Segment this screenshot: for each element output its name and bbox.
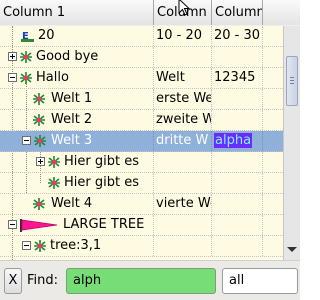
cell-col3: 20 - 30	[212, 26, 263, 46]
cell-col4	[263, 152, 283, 172]
net-icon	[33, 114, 45, 126]
cell-col2: erste Welt	[154, 89, 212, 109]
table-row[interactable]: Hallo Welt 12345	[0, 68, 283, 89]
net-icon	[48, 177, 60, 189]
cell-col4	[263, 173, 283, 193]
table-row[interactable]: Hier gibt es	[0, 173, 283, 194]
tree-label: Welt 1	[51, 91, 93, 106]
tree-cell: Hier gibt es	[0, 152, 154, 172]
cell-col4	[263, 131, 283, 151]
net-icon	[33, 93, 45, 105]
tree-cell: LARGE TREE	[0, 215, 154, 235]
cell-col2: vierte Welt	[154, 194, 212, 214]
cell-col4	[263, 89, 283, 109]
e-icon: E	[21, 31, 34, 42]
cell-col3	[212, 152, 263, 172]
tree-label: Hallo	[36, 70, 69, 85]
table-row[interactable]: Welt 4 vierte Welt	[0, 194, 283, 215]
cell-col3	[212, 47, 263, 67]
cell-col2: dritte W	[154, 131, 212, 151]
cell-col2	[154, 173, 212, 193]
cell-col3: 12345	[212, 68, 263, 88]
cell-col4	[263, 215, 283, 235]
net-icon	[20, 72, 32, 84]
expand-icon[interactable]	[36, 157, 45, 166]
cell-col3	[212, 236, 263, 256]
cell-col4	[263, 47, 283, 67]
collapse-icon[interactable]	[8, 73, 17, 82]
cell-col4	[263, 26, 283, 46]
tree-cell: Hallo	[0, 68, 154, 88]
search-match-highlight: alpha	[214, 133, 253, 148]
cell-col4	[263, 194, 283, 214]
tree-cell: tree:3,1	[0, 236, 154, 256]
mouse-cursor-icon	[178, 0, 191, 16]
collapse-icon[interactable]	[8, 220, 17, 229]
find-scope-select[interactable]: all	[222, 268, 298, 294]
table-row[interactable]: Good bye	[0, 47, 283, 68]
net-icon	[33, 198, 45, 210]
cell-col2	[154, 152, 212, 172]
tree-label: Hier gibt es	[64, 175, 139, 190]
net-icon	[34, 240, 46, 252]
collapse-icon[interactable]	[22, 136, 31, 145]
tree-label: Welt 3	[51, 133, 93, 148]
tree-label: Welt 4	[51, 196, 93, 211]
tree-cell: Hier gibt es	[0, 173, 154, 193]
tree-cell: Welt 1	[0, 89, 154, 109]
net-icon	[48, 156, 60, 168]
cell-col4	[263, 236, 283, 256]
tree-cell: Good bye	[0, 47, 154, 67]
collapse-icon[interactable]	[22, 241, 31, 250]
tree-label: 20	[38, 28, 55, 43]
cell-col3	[212, 215, 263, 235]
scrollbar-thumb[interactable]	[286, 56, 298, 106]
tree-grid[interactable]: E 20 10 - 20 20 - 30 Good bye Hallo Welt…	[0, 26, 283, 260]
cell-col3	[212, 173, 263, 193]
tree-cell: Welt 3	[0, 131, 154, 151]
cell-col4	[263, 68, 283, 88]
cell-col2	[154, 215, 212, 235]
table-row[interactable]: E 20 10 - 20 20 - 30	[0, 26, 283, 47]
pennant-icon	[20, 219, 58, 232]
column-header: Column 1 Column 2 Column 3	[0, 0, 300, 27]
tree-label: tree:3,1	[50, 238, 102, 253]
cell-col2	[154, 47, 212, 67]
find-label: Find:	[27, 273, 59, 288]
tree-cell: E 20	[0, 26, 154, 46]
net-icon	[34, 135, 46, 147]
find-input[interactable]: alph	[66, 268, 216, 294]
cell-col3: alpha	[212, 131, 263, 151]
tree-label: Hier gibt es	[64, 154, 139, 169]
table-row[interactable]: Welt 1 erste Welt	[0, 89, 283, 110]
find-bar: X Find: alph all	[0, 260, 300, 300]
cell-col3	[212, 110, 263, 130]
tree-cell: Welt 2	[0, 110, 154, 130]
tree-cell: Welt 4	[0, 194, 154, 214]
column-header-1[interactable]: Column 1	[0, 0, 154, 25]
close-find-button[interactable]: X	[4, 268, 22, 294]
column-header-4[interactable]	[263, 0, 300, 25]
table-row-selected[interactable]: Welt 3 dritte W alpha	[0, 131, 283, 152]
tree-table-window: Column 1 Column 2 Column 3 E 20 10 - 20 …	[0, 0, 300, 300]
table-row[interactable]: LARGE TREE	[0, 215, 283, 236]
vertical-scrollbar[interactable]	[283, 26, 300, 260]
column-header-3[interactable]: Column 3	[212, 0, 263, 25]
scroll-down-icon[interactable]	[287, 247, 297, 252]
tree-label: Welt 2	[51, 112, 93, 127]
table-row[interactable]: tree:3,1	[0, 236, 283, 257]
cell-col3	[212, 89, 263, 109]
cell-col2: 10 - 20	[154, 26, 212, 46]
tree-label: Good bye	[36, 49, 99, 64]
cell-col2: Welt	[154, 68, 212, 88]
cell-col2: zweite Welt	[154, 110, 212, 130]
cell-col3	[212, 194, 263, 214]
tree-label: LARGE TREE	[63, 217, 145, 232]
net-icon	[20, 51, 32, 63]
cell-col2	[154, 236, 212, 256]
table-row[interactable]: Hier gibt es	[0, 152, 283, 173]
expand-icon[interactable]	[8, 52, 17, 61]
table-row[interactable]: Welt 2 zweite Welt	[0, 110, 283, 131]
cell-col4	[263, 110, 283, 130]
